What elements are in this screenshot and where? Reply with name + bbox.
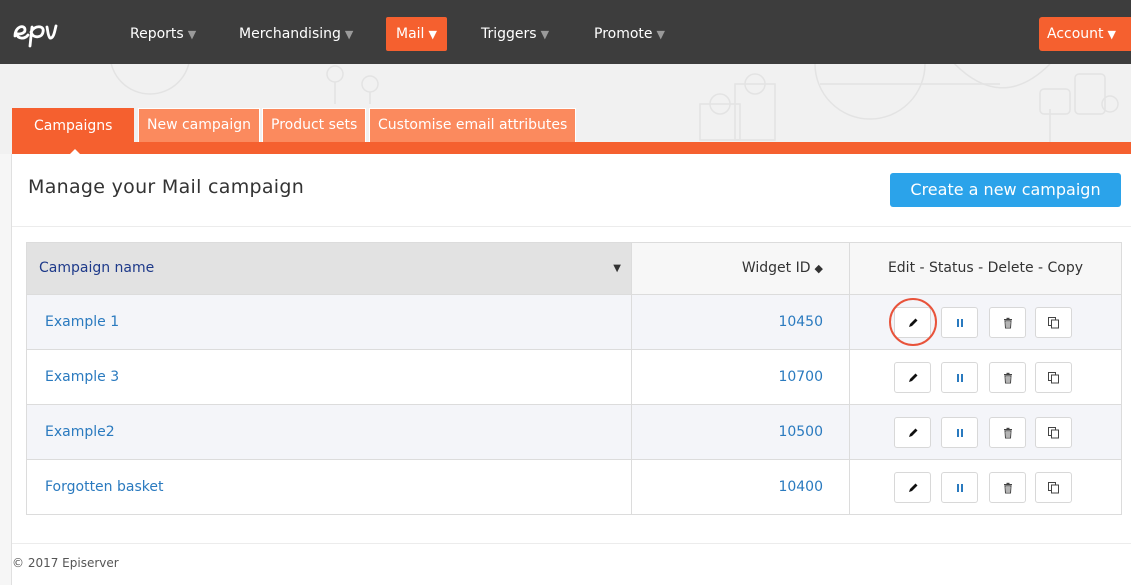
divider (12, 226, 1131, 227)
column-header-campaign-name[interactable]: Campaign name ▼ (27, 243, 631, 294)
create-campaign-button[interactable]: Create a new campaign (890, 173, 1121, 207)
row-actions (849, 295, 1121, 349)
table-row: Example 3 10700 (27, 349, 1121, 404)
pause-button[interactable] (941, 417, 978, 448)
trash-icon (1003, 317, 1012, 328)
trash-icon (1003, 372, 1012, 383)
copy-button[interactable] (1035, 417, 1072, 448)
row-actions (849, 405, 1121, 459)
copy-button[interactable] (1035, 307, 1072, 338)
page-title: Manage your Mail campaign (28, 176, 305, 198)
active-tab-pointer (67, 149, 83, 157)
pencil-icon (908, 373, 917, 382)
pause-button[interactable] (941, 307, 978, 338)
top-navigation-bar: Reports ▼ Merchandising ▼ Mail ▼ Triggers ▼ … (0, 0, 1131, 64)
column-header-widget-id[interactable]: Widget ID ◆ (631, 243, 849, 294)
row-actions (849, 460, 1121, 514)
caret-down-icon: ▼ (613, 263, 621, 274)
campaign-name-link[interactable]: Forgotten basket (27, 460, 631, 514)
delete-button[interactable] (989, 307, 1026, 338)
column-header-actions: Edit - Status - Delete - Copy (849, 243, 1121, 294)
chevron-down-icon: ▼ (540, 28, 550, 41)
tab-label: Campaigns (34, 118, 113, 134)
epi-logo[interactable] (12, 14, 86, 48)
nav-item-label: Triggers (481, 26, 537, 42)
copy-button[interactable] (1035, 472, 1072, 503)
campaign-table: Campaign name ▼ Widget ID ◆ Edit - Status… (26, 242, 1122, 515)
nav-item-label: Mail (396, 26, 425, 42)
pencil-icon (908, 428, 917, 437)
pause-icon (956, 373, 963, 382)
tab-product-sets[interactable]: Product sets (262, 108, 367, 142)
campaign-name-link[interactable]: Example2 (27, 405, 631, 459)
pencil-icon (908, 318, 917, 327)
chevron-down-icon: ▼ (656, 28, 665, 41)
widget-id: 10400 (631, 460, 849, 514)
copy-icon (1048, 372, 1059, 384)
copy-icon (1048, 317, 1059, 329)
pause-icon (956, 483, 963, 492)
copyright-text: © 2017 Episerver (12, 556, 119, 570)
column-header-label: Widget ID (741, 260, 811, 276)
table-row: Example 1 10450 (27, 294, 1121, 349)
tab-label: Customise email attributes (378, 117, 568, 133)
table-row: Forgotten basket 10400 (27, 459, 1121, 514)
pause-icon (956, 318, 963, 327)
delete-button[interactable] (989, 362, 1026, 393)
chevron-down-icon: ▼ (344, 28, 354, 41)
column-header-label: Campaign name (39, 260, 155, 276)
left-gutter (0, 154, 12, 585)
footer-divider (12, 543, 1131, 544)
copy-icon (1048, 427, 1059, 439)
tab-customise-email-attributes[interactable]: Customise email attributes (369, 108, 577, 142)
nav-item-merchandising[interactable]: Merchandising ▼ (229, 17, 363, 51)
tab-new-campaign[interactable]: New campaign (138, 108, 261, 142)
table-row: Example2 10500 (27, 404, 1121, 459)
account-label: Account (1047, 26, 1104, 42)
tab-label: Product sets (271, 117, 358, 133)
tab-label: New campaign (147, 117, 252, 133)
nav-item-mail[interactable]: Mail ▼ (386, 17, 447, 51)
nav-item-label: Reports (130, 26, 184, 42)
account-menu[interactable]: Account ▼ (1039, 17, 1131, 51)
nav-item-reports[interactable]: Reports ▼ (120, 17, 206, 51)
delete-button[interactable] (989, 417, 1026, 448)
edit-button[interactable] (894, 362, 931, 393)
tab-bar-underline (12, 142, 1131, 154)
chevron-down-icon: ▼ (1107, 28, 1116, 41)
pause-button[interactable] (941, 472, 978, 503)
trash-icon (1003, 427, 1012, 438)
edit-button[interactable] (894, 307, 931, 338)
campaign-name-link[interactable]: Example 3 (27, 350, 631, 404)
nav-item-triggers[interactable]: Triggers ▼ (471, 17, 559, 51)
nav-item-promote[interactable]: Promote ▼ (584, 17, 675, 51)
edit-button[interactable] (894, 417, 931, 448)
table-header: Campaign name ▼ Widget ID ◆ Edit - Status… (27, 243, 1121, 294)
widget-id: 10700 (631, 350, 849, 404)
trash-icon (1003, 482, 1012, 493)
pause-button[interactable] (941, 362, 978, 393)
pencil-icon (908, 483, 917, 492)
copy-icon (1048, 482, 1059, 494)
widget-id: 10450 (631, 295, 849, 349)
copy-button[interactable] (1035, 362, 1072, 393)
pause-icon (956, 428, 963, 437)
chevron-down-icon: ▼ (187, 28, 197, 41)
delete-button[interactable] (989, 472, 1026, 503)
sort-icon: ◆ (814, 262, 823, 275)
nav-item-label: Promote (594, 26, 653, 42)
row-actions (849, 350, 1121, 404)
campaign-name-link[interactable]: Example 1 (27, 295, 631, 349)
chevron-down-icon: ▼ (428, 28, 437, 41)
widget-id: 10500 (631, 405, 849, 459)
nav-item-label: Merchandising (239, 26, 341, 42)
edit-button[interactable] (894, 472, 931, 503)
